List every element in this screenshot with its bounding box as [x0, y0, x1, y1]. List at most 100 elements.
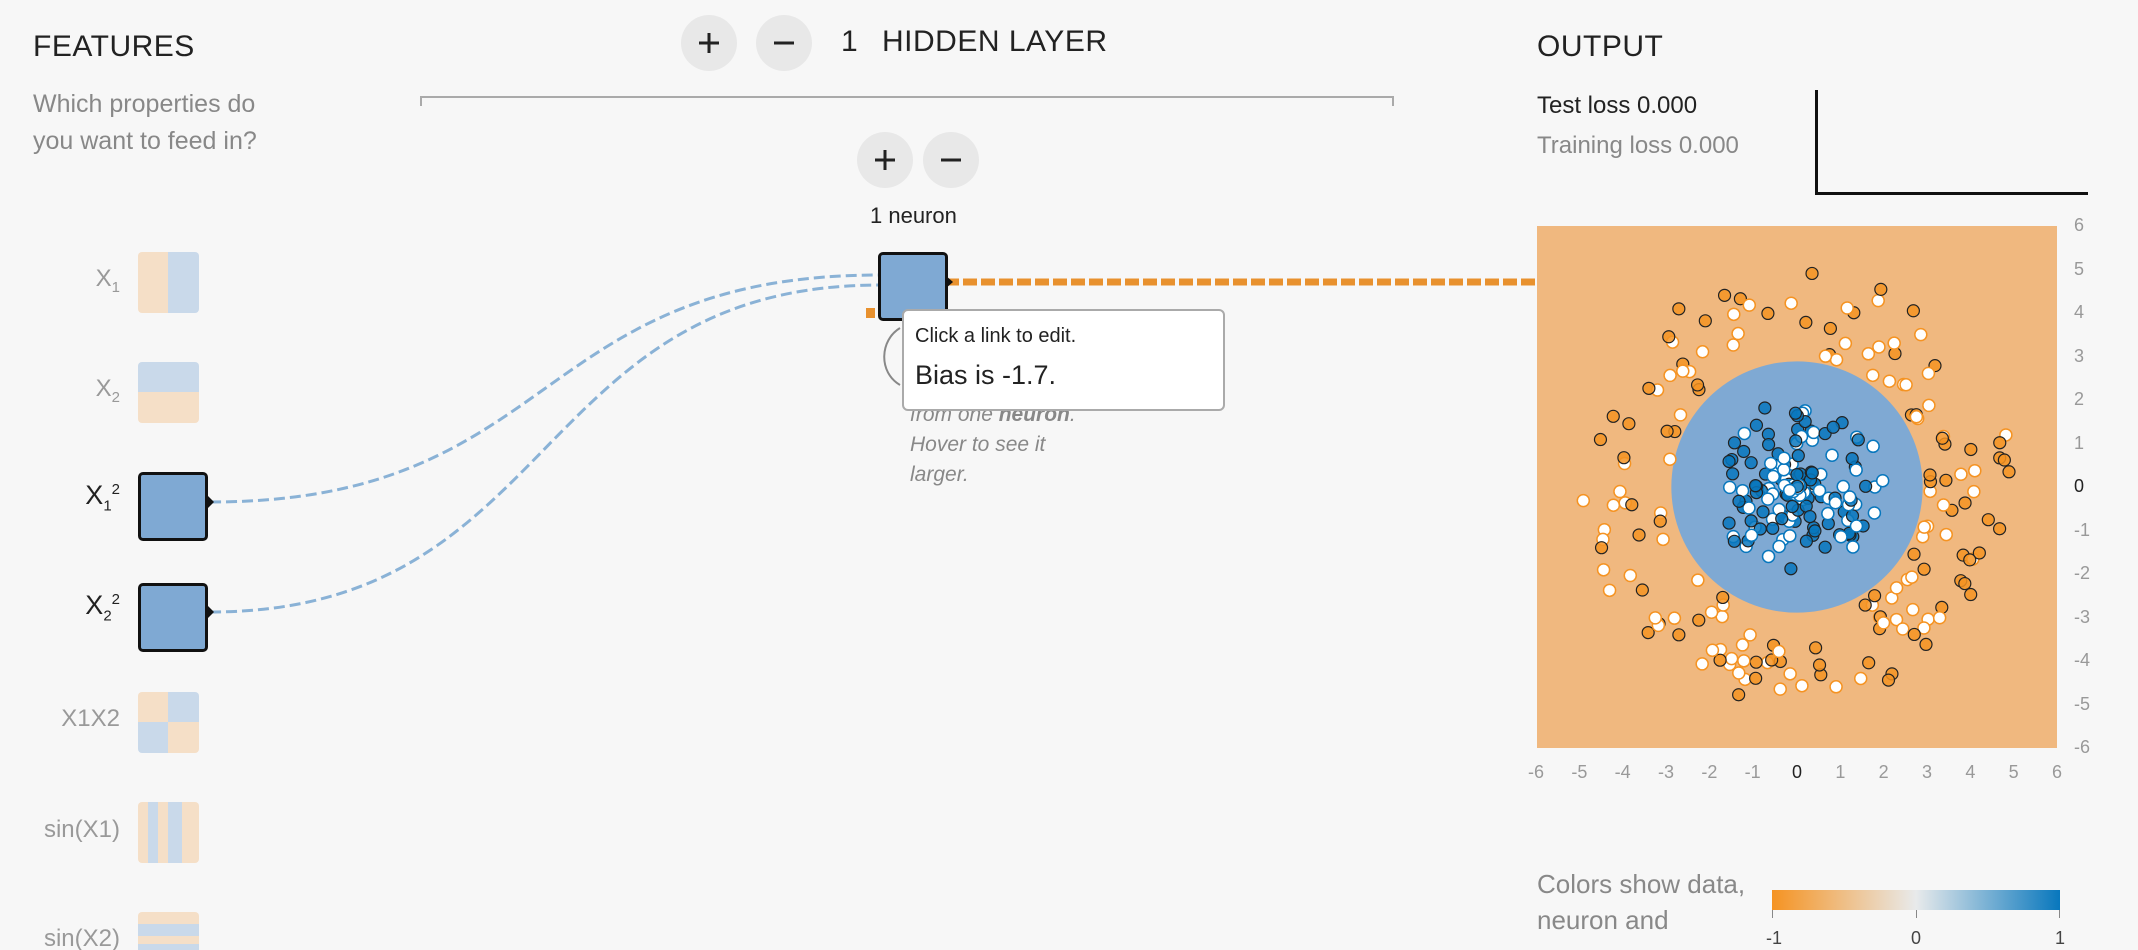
- plus-icon: [699, 33, 719, 53]
- outer-point: [1914, 327, 1928, 342]
- inner-point: [1851, 433, 1865, 447]
- outer-point: [1872, 340, 1886, 354]
- x-tick-label: 4: [1965, 762, 1976, 782]
- outer-point: [1958, 496, 1972, 510]
- outer-point: [1623, 568, 1638, 583]
- outer-point: [1737, 654, 1751, 668]
- tooltip-pointer-arrow: [883, 327, 901, 386]
- inner-point: [1859, 479, 1873, 493]
- inner-point: [1756, 505, 1770, 519]
- outer-point: [1594, 541, 1609, 555]
- test-loss: Test loss 0.000: [1537, 92, 1698, 119]
- inner-point: [1777, 462, 1791, 477]
- outer-point: [1887, 336, 1901, 350]
- inner-point: [1805, 466, 1819, 480]
- x-tick-label: -5: [1571, 762, 1588, 782]
- outer-point: [1954, 467, 1968, 482]
- outer-point: [1958, 576, 1972, 591]
- outer-point: [1871, 293, 1885, 308]
- inner-point: [1766, 521, 1780, 535]
- outer-point: [1964, 587, 1978, 602]
- outer-point: [1635, 583, 1649, 597]
- y-tick-label: -2: [2074, 563, 2091, 583]
- outer-point: [1749, 671, 1763, 685]
- outer-point: [1648, 611, 1663, 625]
- y-tick-label: -1: [2074, 519, 2091, 540]
- y-tick-label: -5: [2074, 693, 2091, 714]
- outer-point: [1742, 298, 1757, 312]
- outer-point: [1993, 522, 2007, 536]
- outer-point: [1690, 378, 1705, 392]
- inner-point: [1783, 529, 1797, 543]
- outer-point: [1881, 673, 1896, 687]
- inner-point: [1818, 540, 1832, 554]
- outer-point: [1749, 655, 1763, 669]
- x-tick-label: 3: [1922, 762, 1933, 782]
- outer-point: [1889, 581, 1904, 595]
- outer-point: [1625, 498, 1639, 512]
- outer-point: [1676, 364, 1690, 378]
- x-tick-label: 6: [2052, 762, 2063, 782]
- outer-point: [1653, 514, 1667, 528]
- outer-point: [1805, 266, 1819, 281]
- y-tick-label: -6: [2074, 737, 2091, 757]
- outer-point: [1732, 666, 1746, 680]
- minus-icon: [774, 41, 794, 45]
- inner-point: [1726, 467, 1740, 481]
- outer-point: [1672, 628, 1686, 642]
- add-neuron-button[interactable]: [857, 132, 913, 188]
- outer-point: [1921, 366, 1936, 381]
- outer-point: [1909, 410, 1924, 424]
- y-tick-label: 1: [2074, 432, 2085, 453]
- neuron-bias-marker: [866, 308, 875, 318]
- inner-point: [1788, 406, 1803, 420]
- inner-point: [1849, 463, 1863, 477]
- add-layer-button[interactable]: [681, 15, 737, 71]
- inner-point: [1722, 454, 1736, 469]
- neuron-note: from one neuron. Hover to see it larger.: [910, 400, 1076, 490]
- tooltip-bias-value[interactable]: Bias is -1.7.: [915, 360, 1212, 391]
- outer-point: [1663, 452, 1677, 466]
- inner-point: [1722, 480, 1737, 495]
- inner-point: [1761, 549, 1776, 564]
- outer-point: [1596, 563, 1611, 577]
- remove-layer-button[interactable]: [756, 15, 812, 71]
- outer-point: [1981, 513, 1995, 527]
- outer-point: [1899, 378, 1913, 392]
- legend-tick-mark-center: [1916, 910, 1917, 918]
- outer-point: [1642, 381, 1656, 395]
- legend-tick-1: 1: [2055, 928, 2066, 948]
- inner-point: [1727, 534, 1741, 548]
- outer-point: [1907, 627, 1921, 642]
- minus-icon: [941, 158, 961, 162]
- outer-point: [1617, 451, 1631, 465]
- outer-point: [1773, 682, 1787, 696]
- neuron-note-line3: larger.: [910, 463, 969, 486]
- outer-point: [1606, 498, 1621, 512]
- outer-point: [1698, 314, 1712, 328]
- inner-point: [1845, 452, 1859, 466]
- outer-point: [1906, 602, 1920, 617]
- outer-point: [1808, 641, 1823, 655]
- legend-tick-mark-left: [1772, 910, 1773, 918]
- inner-point: [1777, 451, 1791, 465]
- outer-point: [1829, 352, 1844, 367]
- inner-point: [1766, 469, 1781, 484]
- color-legend-bar: [1772, 890, 2060, 910]
- remove-neuron-button[interactable]: [923, 132, 979, 188]
- x1sq-output-arrow: [207, 495, 214, 509]
- outer-point: [1726, 338, 1741, 352]
- outer-point: [1772, 644, 1786, 659]
- outer-point: [1662, 330, 1676, 344]
- color-legend-text: Colors show data, neuron and: [1537, 866, 1745, 938]
- inner-point: [1732, 494, 1746, 508]
- outer-point: [1632, 528, 1646, 542]
- link-x2sq-neuron: [209, 283, 881, 614]
- outer-point: [1695, 657, 1709, 671]
- inner-point: [1846, 540, 1860, 554]
- training-loss: Training loss 0.000: [1537, 132, 1739, 159]
- inner-point: [1775, 512, 1789, 526]
- y-tick-label: -3: [2074, 606, 2091, 627]
- y-tick-label: 5: [2074, 258, 2085, 279]
- outer-point: [1838, 336, 1853, 351]
